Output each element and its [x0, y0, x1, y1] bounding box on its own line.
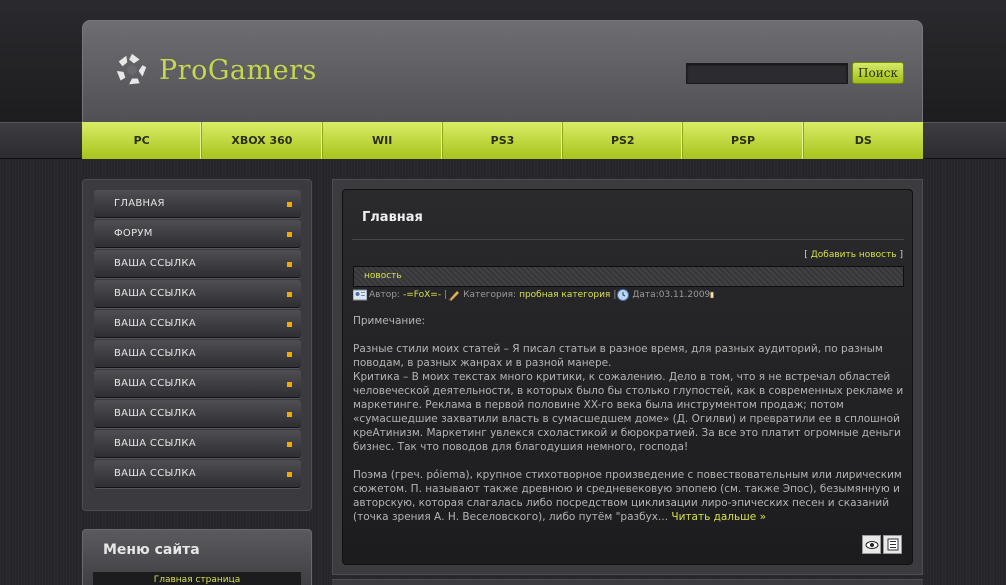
note-text: Примечание: — [353, 315, 426, 327]
sidebar-item-label: ВАША ССЫЛКА — [114, 468, 196, 479]
bullet-icon — [287, 322, 292, 327]
sidebar-item-link[interactable]: ВАША ССЫЛКА — [94, 400, 301, 428]
bullet-icon — [287, 262, 292, 267]
search-button[interactable]: Поиск — [852, 62, 904, 84]
nav-item-ps3[interactable]: PS3 — [443, 122, 564, 159]
bullet-icon — [287, 412, 292, 417]
news-title-link[interactable]: новость — [364, 267, 402, 286]
next-panel-edge — [332, 579, 923, 585]
category-link[interactable]: пробная категория — [519, 290, 610, 300]
content-panel: Главная [ Добавить новость ] новость Авт… — [332, 179, 923, 575]
sidebar-item-label: ГЛАВНАЯ — [114, 198, 165, 209]
sidebar-item-link[interactable]: ВАША ССЫЛКА — [94, 250, 301, 278]
sidebar-item-link[interactable]: ВАША ССЫЛКА — [94, 460, 301, 488]
sidebar-item-forum[interactable]: ФОРУМ — [94, 220, 301, 248]
sidebar-item-link[interactable]: ВАША ССЫЛКА — [94, 310, 301, 338]
sidebar-item-link[interactable]: ВАША ССЫЛКА — [94, 340, 301, 368]
add-news-wrapper: [ Добавить новость ] — [804, 250, 903, 260]
news-tools — [862, 535, 902, 554]
nav-item-ps2[interactable]: PS2 — [563, 122, 684, 159]
add-news-link[interactable]: Добавить новость — [811, 250, 897, 260]
logo-icon — [116, 53, 147, 85]
search-form: Поиск — [686, 62, 904, 84]
bullet-icon — [287, 352, 292, 357]
print-icon[interactable] — [883, 535, 902, 554]
site-menu-title: Меню сайта — [103, 542, 200, 558]
sidebar-menu: ГЛАВНАЯ ФОРУМ ВАША ССЫЛКА ВАША ССЫЛКА ВА… — [82, 179, 312, 511]
sidebar-item-link[interactable]: ВАША ССЫЛКА — [94, 280, 301, 308]
sidebar-item-label: ВАША ССЫЛКА — [114, 408, 196, 419]
main-nav: PC XBOX 360 WII PS3 PS2 PSP DS — [82, 122, 923, 159]
site-menu-block: Меню сайта Главная страница — [82, 529, 312, 585]
nav-item-ds[interactable]: DS — [804, 122, 923, 159]
bullet-icon — [287, 382, 292, 387]
category-label: Категория: — [463, 290, 517, 300]
sidebar-item-label: ВАША ССЫЛКА — [114, 348, 196, 359]
nav-item-pc[interactable]: PC — [82, 122, 203, 159]
sidebar-item-label: ФОРУМ — [114, 228, 153, 239]
title-divider — [352, 239, 904, 240]
site-menu-home-link[interactable]: Главная страница — [93, 572, 301, 585]
sidebar-item-link[interactable]: ВАША ССЫЛКА — [94, 430, 301, 458]
author-link[interactable]: -=FoX=- — [403, 290, 441, 300]
date-label: Дата: — [632, 290, 659, 300]
nav-item-wii[interactable]: WII — [323, 122, 443, 159]
bullet-icon — [287, 292, 292, 297]
sidebar-item-label: ВАША ССЫЛКА — [114, 438, 196, 449]
author-label: Автор: — [369, 290, 400, 300]
content-inner: Главная [ Добавить новость ] новость Авт… — [342, 189, 913, 565]
paragraph-3: Поэма (греч. póiema), крупное стихотворн… — [353, 469, 902, 523]
news-header-bar: новость — [353, 266, 904, 287]
category-icon — [448, 291, 460, 301]
sidebar-item-home[interactable]: ГЛАВНАЯ — [94, 190, 301, 218]
sidebar-item-label: ВАША ССЫЛКА — [114, 288, 196, 299]
paragraph-1: Разные стили моих статей – Я писал стать… — [353, 343, 883, 369]
logo-text: ProGamers — [159, 54, 317, 86]
bracket-close: ] — [896, 250, 903, 260]
calendar-icon — [617, 289, 630, 301]
nav-item-xbox360[interactable]: XBOX 360 — [202, 122, 323, 159]
bullet-icon — [287, 202, 292, 207]
site-logo[interactable]: ProGamers — [113, 51, 317, 89]
paragraph-2: Критика – В моих текстах много критики, … — [353, 371, 904, 453]
read-more-link[interactable]: Читать дальше » — [671, 511, 766, 523]
search-input[interactable] — [686, 62, 848, 84]
sidebar-item-link[interactable]: ВАША ССЫЛКА — [94, 370, 301, 398]
news-body: Примечание: Разные стили моих статей – Я… — [353, 314, 905, 538]
nav-item-psp[interactable]: PSP — [683, 122, 804, 159]
view-icon[interactable] — [862, 535, 881, 554]
sidebar-item-label: ВАША ССЫЛКА — [114, 378, 196, 389]
pin-icon — [710, 291, 714, 299]
sidebar-item-label: ВАША ССЫЛКА — [114, 258, 196, 269]
bullet-icon — [287, 472, 292, 477]
author-icon — [353, 289, 367, 301]
date-value: 03.11.2009 — [658, 290, 711, 300]
news-meta: Автор: -=FoX=- | Категория: пробная кате… — [353, 289, 720, 301]
bullet-icon — [287, 232, 292, 237]
bullet-icon — [287, 442, 292, 447]
sidebar-item-label: ВАША ССЫЛКА — [114, 318, 196, 329]
page-title: Главная — [362, 210, 423, 225]
site-header: ProGamers Поиск — [82, 20, 923, 122]
